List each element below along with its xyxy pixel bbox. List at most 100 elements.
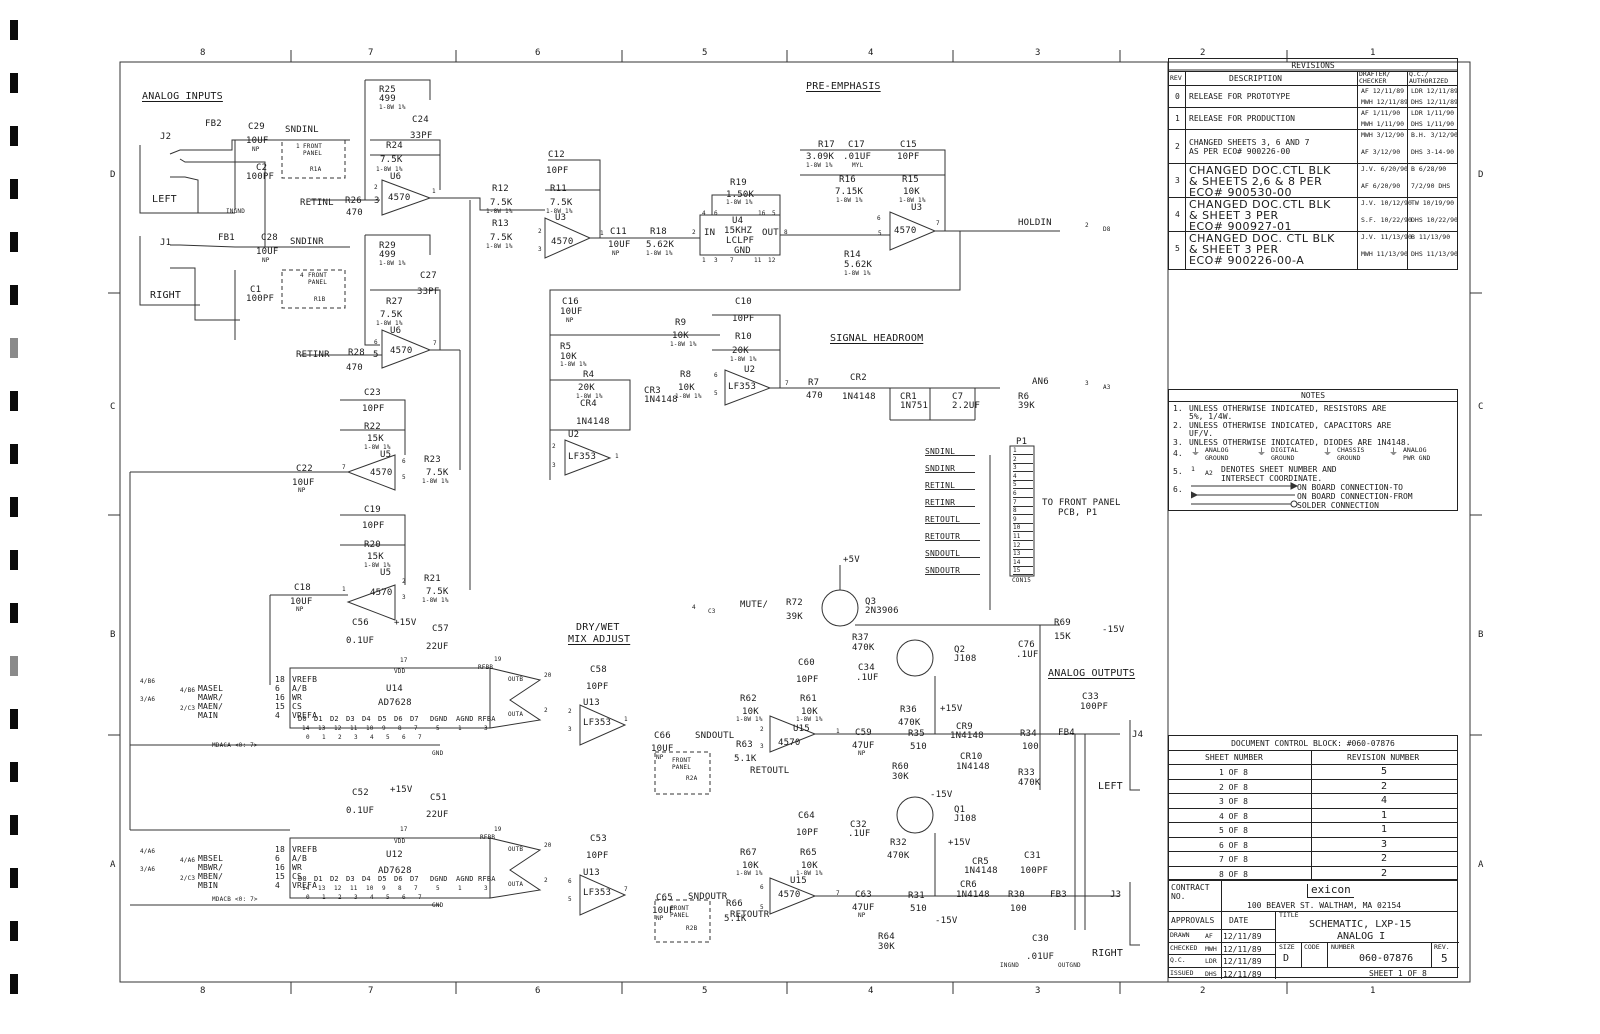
pin-label: 1 — [615, 453, 619, 460]
ferrite-fb4: FB4 — [1058, 728, 1075, 738]
offpage-ref: 2/C3 — [180, 875, 196, 882]
dac-u12-data-pins: D0 14 0 D1 13 1 D2 12 2 D3 11 3 D4 10 4 D5 9 5 D6 8 6 D7 7 7 DGN… — [298, 876, 498, 904]
dac-data-pin: D7 — [410, 715, 419, 723]
revision-row: 1 RELEASE FOR PRODUCTION AF 1/11/90 MWH 1/1… — [1169, 107, 1457, 130]
pin-label: 7 — [936, 220, 940, 227]
revision-number: 3 — [1381, 838, 1388, 850]
offpage-ref: 4/A6 — [140, 848, 156, 855]
opamp-u13a-ref: U13 — [583, 698, 600, 708]
cap-c23-ref: C23 — [364, 388, 381, 398]
revision-row: 0 RELEASE FOR PROTOTYPE AF 12/11/89 MWH 12/… — [1169, 85, 1458, 108]
pin-label: 2 — [544, 707, 548, 714]
diode-cr2-value: 1N4148 — [842, 392, 876, 402]
cap-c28-note: NP — [262, 257, 270, 264]
revision-drafter: MWH 11/13/90 — [1361, 250, 1408, 258]
approver-initials: LDR — [1205, 957, 1217, 965]
revision-drafter: AF 3/12/90 — [1361, 148, 1401, 156]
pin-label: 6 — [714, 372, 718, 379]
sheet-number-header: SHEET NUMBER — [1205, 753, 1263, 762]
approval-date: 12/11/89 — [1223, 932, 1262, 941]
res-r61-ref: R61 — [800, 694, 817, 704]
revision-number: 3 — [1175, 176, 1180, 185]
res-r60-value: 30K — [892, 772, 909, 782]
ground-symbol-icon: ⏚ — [1389, 448, 1399, 458]
res-r18-ref: R18 — [650, 227, 667, 237]
supply-label: +15V — [948, 838, 971, 848]
connector-pin: 13 — [1013, 550, 1033, 559]
dac-data-pin: D4 — [362, 875, 371, 883]
pin-label: 1 — [600, 230, 604, 237]
res-r18-value: 5.62K — [646, 240, 675, 250]
res-r10-ref: R10 — [735, 332, 752, 342]
revision-drafter: MWH 12/11/89 — [1361, 98, 1408, 106]
connector-signal: SNDOUTL — [925, 550, 981, 558]
sheet-number: 7 OF 8 — [1219, 855, 1248, 864]
row-label: D — [110, 170, 116, 180]
cap-c56-value: 0.1UF — [346, 636, 375, 646]
supply-label: +15V — [390, 785, 413, 795]
res-r16-value: 7.15K — [835, 187, 864, 197]
cap-c63-note: NP — [858, 912, 866, 919]
opamp-u2a-part: LF353 — [728, 382, 757, 392]
res-r5-ref: R5 — [560, 342, 572, 352]
revision-drafter: AF 12/11/89 — [1361, 87, 1405, 95]
pin-label: 11 — [350, 725, 358, 732]
bus-bit: 3 — [354, 894, 358, 901]
approvals-label: APPROVALS — [1171, 916, 1215, 925]
connector-pin: 9 — [1013, 516, 1033, 524]
pin-label: 7 — [342, 464, 346, 471]
offpage-coord: A3 — [1103, 384, 1111, 391]
res-r8-value: 10K — [678, 383, 695, 393]
drawing-title-line1: SCHEMATIC, LXP-15 — [1309, 919, 1412, 930]
cap-c32-value: .1UF — [848, 829, 871, 839]
description-header: DESCRIPTION — [1229, 74, 1282, 83]
note-line: UF/V. — [1189, 429, 1214, 438]
doc-control-row: 4 OF 8 1 — [1169, 807, 1457, 823]
qc-header: Q.C./ AUTHORIZED — [1409, 70, 1449, 85]
note-number: 1. — [1173, 404, 1183, 413]
res-r14-tol: 1-8W 1% — [844, 270, 871, 277]
dac-data-pin: D7 — [410, 875, 419, 883]
drawing-number: 060-07876 — [1359, 953, 1414, 964]
row-label: C — [110, 402, 116, 412]
opamp-u15b-part: 4570 — [778, 890, 801, 900]
doc-control-row: 6 OF 8 3 — [1169, 836, 1457, 852]
revision-authorized: TW 10/19/90 — [1411, 199, 1455, 207]
dac-data-pin: D1 — [314, 715, 323, 723]
res-r17-ref: R17 — [818, 140, 835, 150]
note5-sheet: 1 — [1191, 465, 1195, 473]
note6-line: ON BOARD CONNECTION-TO — [1297, 483, 1403, 492]
supply-label: +5V — [843, 555, 860, 565]
pin-label: 14 — [302, 725, 310, 732]
connection-legend-lines — [1191, 482, 1299, 508]
sheet-number: 8 OF 8 — [1219, 869, 1248, 879]
approver-role: ISSUED — [1170, 968, 1194, 977]
net-sndinr: SNDINR — [290, 237, 324, 247]
opamp-u2b-ref: U2 — [568, 430, 580, 440]
pot-r1a-ref: R1A — [310, 166, 322, 173]
dac-outa: OUTA — [508, 881, 524, 888]
dac-rfbb: RFBB — [480, 834, 496, 841]
channel-left-label: LEFT — [152, 194, 177, 205]
offpage-ref: 3/A6 — [140, 866, 156, 873]
diode-cr3-value: 1N4148 — [644, 395, 678, 405]
pin-label: 20 — [544, 672, 552, 679]
col-label: 2 — [1200, 48, 1206, 58]
col-label: 2 — [1200, 986, 1206, 996]
section-analog-inputs: ANALOG INPUTS — [142, 91, 223, 102]
dac-pin-name: VREFB — [292, 845, 318, 854]
ingnd-label: INGND — [226, 208, 246, 215]
jack-j3-label: J3 — [1110, 890, 1122, 900]
res-r36-ref: R36 — [900, 705, 917, 715]
opamp-u5b-part: 4570 — [370, 588, 393, 598]
dac-rfbb: RFBB — [478, 664, 494, 671]
res-r28-ref: R28 — [348, 348, 365, 358]
pot-r2a-ref: R2A — [686, 775, 698, 782]
row-label: A — [1478, 860, 1484, 870]
cap-c63-ref: C63 — [855, 890, 872, 900]
pin-label: 6 — [275, 684, 281, 693]
dac-outb: OUTB — [508, 676, 524, 683]
opamp-u6b-ref: U6 — [390, 326, 402, 336]
note-number: 5. — [1173, 467, 1183, 476]
net-holdin: HOLDIN — [1018, 218, 1052, 228]
